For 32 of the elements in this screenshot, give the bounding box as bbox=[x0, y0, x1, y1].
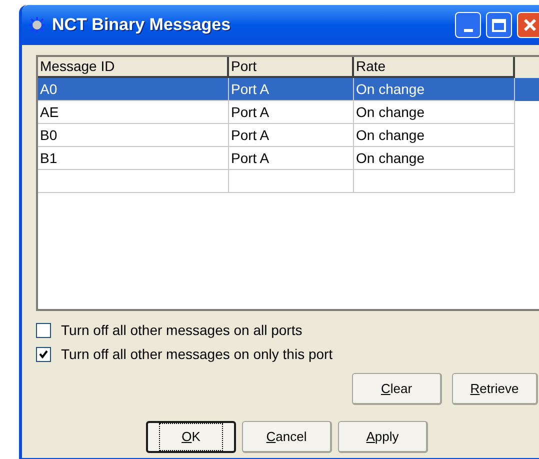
table-cell: Port A bbox=[229, 101, 354, 124]
table-cell: On change bbox=[354, 124, 515, 147]
table-cell: B1 bbox=[38, 147, 229, 170]
check-icon bbox=[39, 350, 48, 358]
checkbox[interactable] bbox=[36, 322, 51, 338]
checkbox-label: Turn off all other messages on all ports bbox=[61, 320, 302, 340]
table-cell: B0 bbox=[38, 124, 229, 147]
apply-button[interactable]: Apply bbox=[338, 421, 428, 453]
table-cell: A0 bbox=[38, 78, 229, 101]
checkbox-label: Turn off all other messages on only this port bbox=[61, 344, 333, 364]
table-cell: On change bbox=[354, 78, 515, 101]
maximize-button[interactable] bbox=[486, 12, 512, 38]
close-button[interactable] bbox=[517, 12, 539, 38]
table-cell: Port A bbox=[229, 147, 354, 170]
close-icon bbox=[523, 18, 537, 32]
table-cell: On change bbox=[354, 101, 515, 124]
table-row[interactable]: AE Port A On change bbox=[38, 101, 539, 124]
star-icon bbox=[28, 16, 46, 34]
table-row[interactable]: B0 Port A On change bbox=[38, 124, 539, 147]
table-row[interactable]: A0 Port A On change bbox=[38, 78, 539, 101]
table-cell: Port A bbox=[229, 78, 354, 101]
minimize-button[interactable] bbox=[455, 12, 481, 38]
table-cell: AE bbox=[38, 101, 229, 124]
table-row[interactable]: B1 Port A On change bbox=[38, 147, 539, 170]
ok-button[interactable]: OK bbox=[146, 421, 236, 453]
checkbox[interactable] bbox=[36, 346, 51, 362]
retrieve-button[interactable]: Retrieve bbox=[452, 373, 538, 405]
clear-button[interactable]: Clear bbox=[352, 373, 442, 405]
table-cell: Port A bbox=[229, 124, 354, 147]
window-title: NCT Binary Messages bbox=[52, 14, 231, 36]
table-cell: On change bbox=[354, 147, 515, 170]
cancel-button[interactable]: Cancel bbox=[242, 421, 332, 453]
